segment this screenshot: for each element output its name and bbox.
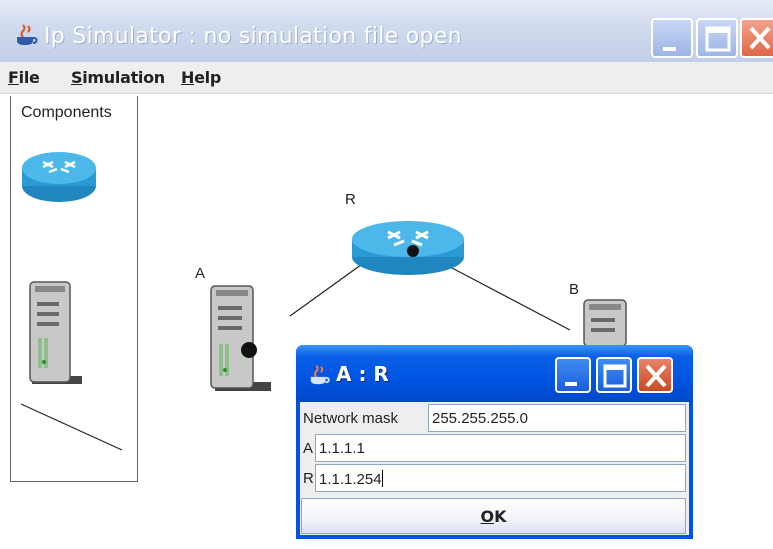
r-address-value: 1.1.1.254 bbox=[319, 471, 382, 488]
router-icon[interactable] bbox=[350, 215, 466, 279]
router-r-label: R bbox=[345, 191, 356, 208]
r-address-input[interactable]: 1.1.1.254 bbox=[315, 464, 686, 492]
network-mask-label: Network mask bbox=[303, 410, 399, 427]
server-tower-icon[interactable] bbox=[205, 282, 280, 394]
ok-rest: K bbox=[494, 507, 507, 526]
maximize-icon bbox=[603, 364, 627, 388]
r-address-row: R 1.1.1.254 bbox=[300, 464, 689, 494]
ok-mnemonic: O bbox=[480, 507, 495, 526]
text-caret bbox=[381, 470, 383, 487]
ok-button[interactable]: OK bbox=[301, 498, 686, 534]
server-tower-icon[interactable] bbox=[578, 298, 638, 346]
close-icon bbox=[645, 364, 667, 388]
link-r-b bbox=[451, 267, 571, 331]
minimize-icon bbox=[565, 382, 577, 386]
network-mask-input[interactable]: 255.255.255.0 bbox=[428, 404, 686, 432]
r-address-label: R bbox=[303, 470, 314, 487]
dialog-body: Network mask 255.255.255.0 A 1.1.1.1 R 1… bbox=[300, 402, 689, 535]
link-properties-dialog: A : R Network mask 255.255.255.0 A 1.1.1… bbox=[296, 345, 693, 539]
host-a-label: A bbox=[195, 265, 206, 282]
a-address-input[interactable]: 1.1.1.1 bbox=[315, 434, 686, 462]
java-cup-icon bbox=[310, 365, 330, 385]
host-b-label: B bbox=[569, 281, 580, 298]
dialog-close-button[interactable] bbox=[637, 357, 673, 393]
network-mask-row: Network mask 255.255.255.0 bbox=[300, 404, 689, 434]
a-address-row: A 1.1.1.1 bbox=[300, 434, 689, 464]
dialog-maximize-button[interactable] bbox=[596, 357, 632, 393]
dialog-minimize-button[interactable] bbox=[555, 357, 591, 393]
dialog-title-bar[interactable]: A : R bbox=[296, 345, 693, 402]
dialog-title: A : R bbox=[336, 362, 389, 386]
a-address-label: A bbox=[303, 440, 314, 457]
